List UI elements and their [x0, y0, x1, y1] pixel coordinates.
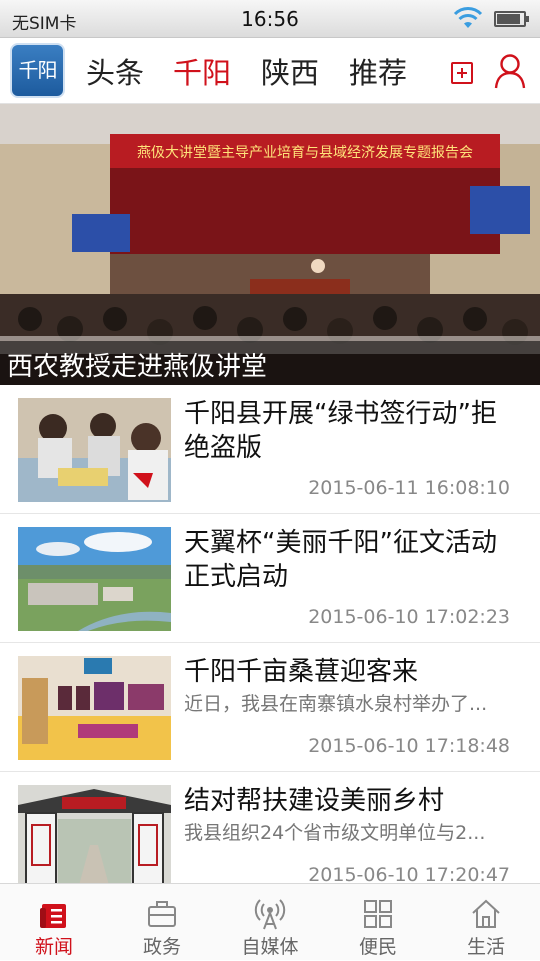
nav-self-media[interactable]: 自媒体 — [216, 884, 324, 961]
user-icon[interactable] — [494, 53, 526, 89]
news-summary: 近日，我县在南寨镇水泉村举办了... — [184, 693, 488, 715]
nav-label: 便民 — [358, 936, 397, 958]
nav-label: 政务 — [142, 936, 181, 958]
nav-label: 生活 — [466, 936, 505, 958]
list-item[interactable]: 千阳县开展“绿书签行动”拒绝盗版 2015-06-11 16:08:10 — [0, 385, 540, 514]
tab-shaanxi[interactable]: 陕西 — [261, 50, 319, 92]
news-time: 2015-06-10 17:18:48 — [308, 735, 510, 757]
news-time: 2015-06-10 17:02:23 — [308, 606, 510, 628]
hero-caption: 西农教授走进燕伋讲堂 — [7, 352, 268, 382]
battery-level — [497, 14, 521, 24]
nav-life[interactable]: 生活 — [432, 884, 540, 961]
nav-convenience[interactable]: 便民 — [324, 884, 432, 961]
briefcase-icon — [148, 901, 176, 927]
news-title: 千阳县开展“绿书签行动”拒绝盗版 — [184, 399, 497, 463]
battery-icon — [494, 11, 529, 27]
broadcast-icon — [254, 899, 286, 930]
bottom-nav: 新闻 政务 自媒体 便民 生活 — [0, 883, 540, 960]
tab-toutiao[interactable]: 头条 — [86, 50, 144, 92]
news-thumbnail — [18, 785, 171, 883]
wifi-icon — [453, 7, 483, 28]
nav-label: 新闻 — [34, 936, 73, 958]
mulberry-products-image — [18, 656, 171, 760]
news-time: 2015-06-11 16:08:10 — [308, 477, 510, 499]
channel-header: 千阳 头条 千阳 陕西 推荐 — [0, 38, 540, 104]
news-icon — [40, 904, 66, 928]
village-gate-image — [18, 785, 171, 883]
hero-slide[interactable]: 燕伋大讲堂暨主导产业培育与县域经济发展专题报告会 西农教授走进燕伋讲堂 — [0, 104, 540, 385]
tab-qianyang[interactable]: 千阳 — [173, 50, 231, 92]
news-summary: 我县组织24个省市级文明单位与2... — [184, 822, 486, 844]
app-logo[interactable]: 千阳 — [10, 43, 65, 98]
nav-news[interactable]: 新闻 — [0, 884, 108, 961]
add-channel-button[interactable] — [451, 62, 473, 84]
list-item[interactable]: 千阳千亩桑葚迎客来 近日，我县在南寨镇水泉村举办了... 2015-06-10 … — [0, 643, 540, 772]
tab-recommend[interactable]: 推荐 — [349, 50, 407, 92]
news-title: 结对帮扶建设美丽乡村 — [184, 786, 445, 816]
home-icon — [472, 899, 500, 928]
hero-banner-text: 燕伋大讲堂暨主导产业培育与县域经济发展专题报告会 — [137, 145, 473, 161]
grid-icon — [364, 900, 392, 928]
news-time: 2015-06-10 17:20:47 — [308, 864, 510, 883]
hero-caption-bar: 西农教授走进燕伋讲堂 — [0, 341, 540, 385]
news-list: 千阳县开展“绿书签行动”拒绝盗版 2015-06-11 16:08:10 天翼杯… — [0, 385, 540, 883]
students-reading-image — [18, 398, 171, 502]
news-thumbnail — [18, 656, 171, 760]
nav-government[interactable]: 政务 — [108, 884, 216, 961]
town-landscape-image — [18, 527, 171, 631]
status-bar: 无SIM卡 16:56 — [0, 0, 540, 38]
news-title: 天翼杯“美丽千阳”征文活动正式启动 — [184, 528, 497, 592]
news-thumbnail — [18, 398, 171, 502]
nav-label: 自媒体 — [241, 936, 299, 958]
news-thumbnail — [18, 527, 171, 631]
news-title: 千阳千亩桑葚迎客来 — [184, 657, 419, 687]
list-item[interactable]: 结对帮扶建设美丽乡村 我县组织24个省市级文明单位与2... 2015-06-1… — [0, 772, 540, 883]
list-item[interactable]: 天翼杯“美丽千阳”征文活动正式启动 2015-06-10 17:02:23 — [0, 514, 540, 643]
